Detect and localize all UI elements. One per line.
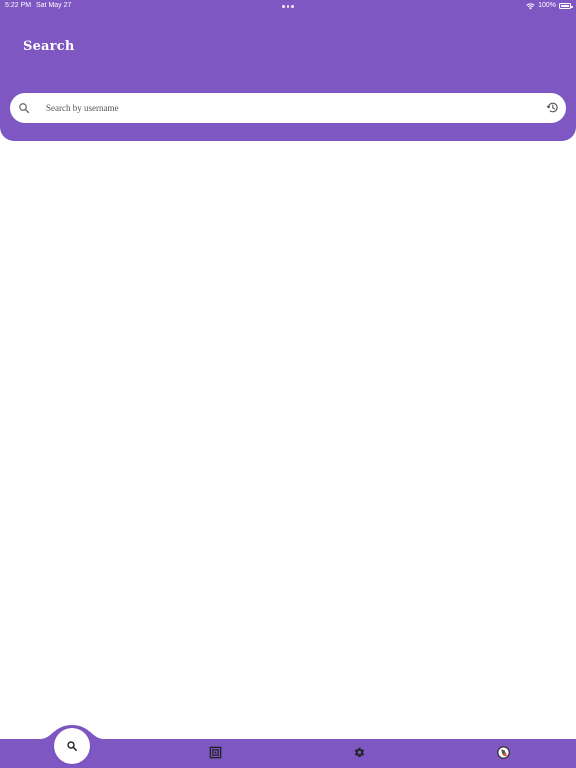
status-time: 5:22 PM <box>5 2 32 9</box>
history-icon[interactable] <box>546 101 559 114</box>
search-bar[interactable] <box>10 93 566 123</box>
nav-item-profile[interactable] <box>497 746 511 760</box>
qr-code-icon <box>209 746 222 759</box>
status-date: Sat May 27 <box>36 2 72 9</box>
search-icon <box>67 741 77 751</box>
battery-icon <box>559 3 573 9</box>
page-title: Search <box>23 39 75 54</box>
nav-item-qr-code[interactable] <box>209 746 223 760</box>
search-input[interactable] <box>36 93 536 123</box>
nav-item-settings[interactable] <box>353 746 367 760</box>
search-icon <box>19 103 30 114</box>
gear-icon <box>354 747 365 758</box>
status-right: 100% <box>526 0 573 12</box>
nav-item-search[interactable] <box>54 728 90 764</box>
app-screen: Search 5:22 PM Sat May 27 <box>0 0 576 768</box>
profile-avatar-icon <box>497 746 510 759</box>
multitasking-dots-icon[interactable] <box>282 5 294 8</box>
status-bar: 5:22 PM Sat May 27 100% <box>0 0 576 12</box>
battery-percentage: 100% <box>538 2 556 9</box>
header: Search <box>0 0 576 141</box>
wifi-icon <box>526 2 535 9</box>
